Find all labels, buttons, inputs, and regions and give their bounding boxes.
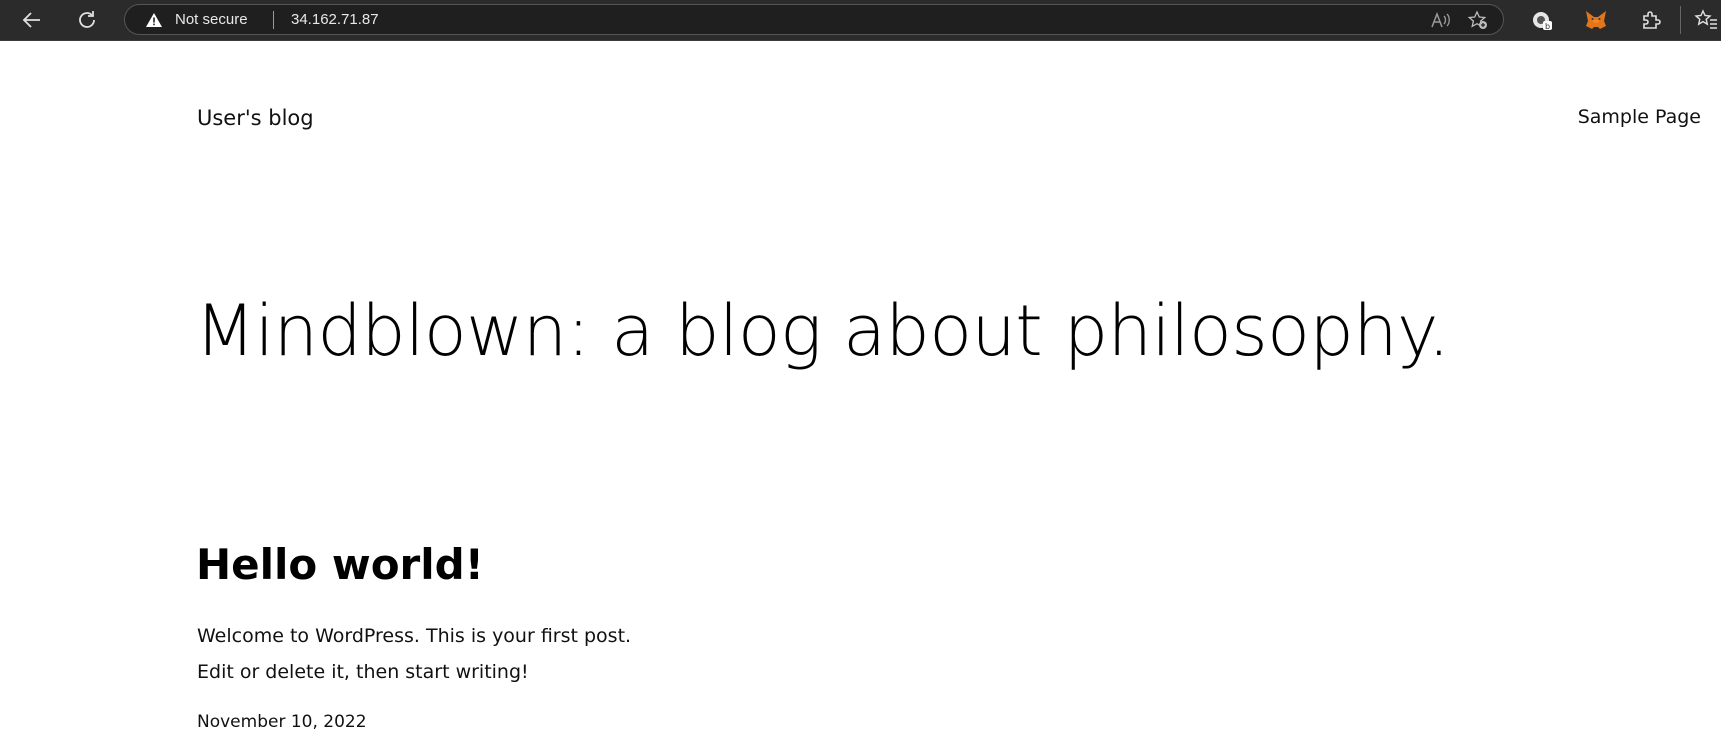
url-text[interactable]: 34.162.71.87 <box>291 11 379 28</box>
excerpt-line: Welcome to WordPress. This is your first… <box>197 625 632 647</box>
post-date: November 10, 2022 <box>197 712 367 732</box>
metamask-fox-icon[interactable] <box>1584 8 1608 32</box>
post-excerpt: Welcome to WordPress. This is your first… <box>197 618 631 690</box>
browser-extension-icon[interactable]: b <box>1530 8 1554 32</box>
add-favorite-icon[interactable] <box>1467 10 1489 30</box>
address-divider <box>273 11 274 29</box>
toolbar-divider <box>1680 6 1681 34</box>
security-status[interactable]: Not secure <box>175 11 248 28</box>
excerpt-line: Edit or delete it, then start writing! <box>197 661 529 683</box>
back-arrow-icon[interactable] <box>12 0 52 40</box>
site-title-link[interactable]: User's blog <box>197 106 314 130</box>
puzzle-icon[interactable] <box>1639 8 1663 32</box>
reload-icon[interactable] <box>67 0 107 40</box>
favorites-icon[interactable] <box>1694 8 1718 32</box>
read-aloud-icon[interactable] <box>1429 10 1451 30</box>
address-bar[interactable]: Not secure 34.162.71.87 <box>124 4 1504 35</box>
browser-toolbar: Not secure 34.162.71.87 b <box>0 0 1721 41</box>
post-title-link[interactable]: Hello world! <box>196 540 484 589</box>
svg-text:b: b <box>1545 22 1550 31</box>
hero-heading: Mindblown: a blog about philosophy. <box>195 290 1450 372</box>
warning-icon[interactable] <box>145 12 163 28</box>
nav-sample-page[interactable]: Sample Page <box>1571 106 1701 128</box>
